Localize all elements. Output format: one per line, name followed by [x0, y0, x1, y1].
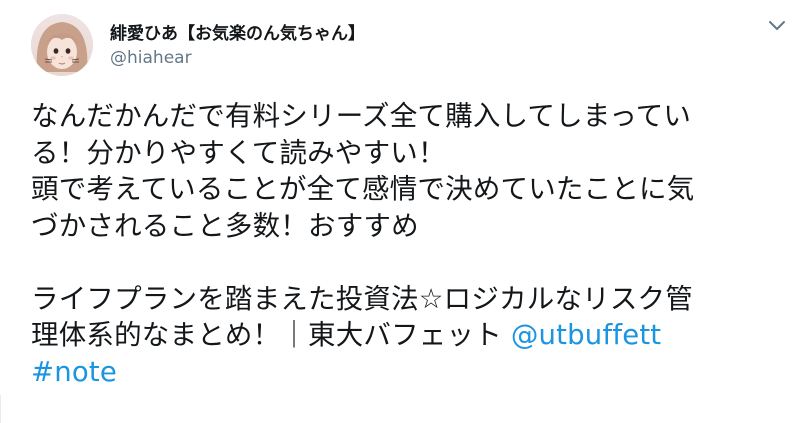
- chevron-down-icon[interactable]: [767, 18, 787, 34]
- tweet-text: なんだかんだで有料シリーズ全て購入してしまってい る！分かりやすくて読みやすい！…: [31, 98, 776, 390]
- display-name[interactable]: 緋愛ひあ【お気楽のん気ちゃん】: [110, 19, 365, 44]
- divider: [0, 395, 1, 423]
- tweet-line: 頭で考えていることが全て感情で決めていたことに気: [31, 173, 695, 205]
- hashtag-line: #note: [31, 354, 776, 391]
- user-handle[interactable]: @hiahear: [110, 48, 192, 68]
- article-title-text: 理体系的なまとめ！｜東大バフェット: [31, 319, 511, 351]
- avatar[interactable]: [31, 14, 93, 76]
- article-title-line: ライフプランを踏まえた投資法☆ロジカルなリスク管: [31, 282, 693, 315]
- tweet-line: る！分かりやすくて読みやすい！: [31, 136, 446, 169]
- mention-link[interactable]: @utbuffett: [511, 319, 661, 351]
- hashtag-link[interactable]: #note: [31, 356, 117, 388]
- article-title-line: 理体系的なまとめ！｜東大バフェット @utbuffett: [31, 317, 776, 354]
- tweet-line: なんだかんだで有料シリーズ全て購入してしまってい: [31, 100, 692, 132]
- avatar-photo: [31, 14, 93, 76]
- tweet-card: 緋愛ひあ【お気楽のん気ちゃん】 @hiahear なんだかんだで有料シリーズ全て…: [0, 0, 800, 423]
- tweet-line: づかされること多数！おすすめ: [31, 209, 419, 242]
